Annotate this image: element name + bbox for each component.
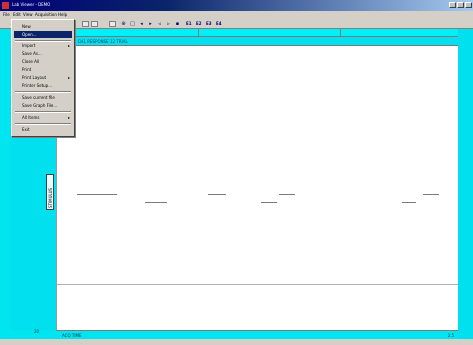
menu-help[interactable]: Help	[58, 12, 67, 17]
status-bar	[0, 339, 473, 345]
submenu-arrow-icon: ▸	[67, 115, 70, 120]
file-menu-item-label: Save current file	[22, 95, 55, 100]
file-menu-item-label: Print	[22, 67, 32, 72]
file-menu-item[interactable]: Import ▸	[14, 42, 72, 49]
file-menu-item-label: Printer Setup...	[22, 83, 53, 88]
header-divider	[340, 29, 341, 37]
trace-segment	[145, 202, 167, 203]
header-divider	[198, 29, 199, 37]
menu-separator	[15, 91, 71, 93]
file-menu-item-label: Exit	[22, 127, 30, 132]
file-menu-item[interactable]: Save current file	[14, 94, 72, 101]
stop-icon[interactable]: ▪	[174, 21, 181, 27]
tool-label-e3[interactable]: E3	[206, 21, 212, 26]
file-menu-item[interactable]: Print	[14, 66, 72, 73]
trace-plot-area[interactable]	[56, 46, 459, 330]
trace-segment	[279, 194, 295, 195]
tool-button-3[interactable]	[109, 21, 116, 27]
maximize-button[interactable]	[457, 2, 464, 8]
file-menu-item[interactable]: Save As...	[14, 50, 72, 57]
forward-icon[interactable]: ▹	[165, 21, 172, 27]
file-menu-item[interactable]: Printer Setup...	[14, 82, 72, 89]
application-window: Lab Viewer - DEMO File Edit View Acquisi…	[0, 0, 473, 345]
time-axis-label: ACQ TIME	[62, 333, 82, 338]
menu-view[interactable]: View	[23, 12, 33, 17]
file-menu-item[interactable]: Print Layout ▸	[14, 74, 72, 81]
trace-segment	[261, 202, 277, 203]
file-menu-item[interactable]: Close All	[14, 58, 72, 65]
rewind-icon[interactable]: ◃	[156, 21, 163, 27]
file-menu-item[interactable]: All Items ▸	[14, 114, 72, 121]
tool-label-e2[interactable]: E2	[196, 21, 202, 26]
cursor-icon[interactable]: ⊕	[120, 21, 127, 27]
channel-side-label[interactable]: STIMULUS	[46, 174, 54, 210]
file-menu-item-label: New	[22, 24, 31, 29]
channel-info-row: Sample: CH1 RESPONSE 12 TRIAL	[56, 37, 458, 46]
tool-label-e1[interactable]: E1	[186, 21, 192, 26]
menu-separator	[15, 123, 71, 125]
file-menu-item-label: Print Layout	[22, 75, 47, 80]
file-menu-item-label: All Items	[22, 115, 40, 120]
file-menu-item-label: Save Graph File...	[22, 103, 58, 108]
step-icon[interactable]: ◂	[138, 21, 145, 27]
file-menu-item[interactable]: Open...	[14, 31, 72, 38]
tool-button-2[interactable]	[91, 21, 98, 27]
file-menu-item[interactable]: Save Graph File...	[14, 102, 72, 109]
trace-segment	[423, 194, 439, 195]
submenu-arrow-icon: ▸	[67, 43, 70, 48]
trace-segment	[208, 194, 226, 195]
title-bar[interactable]: Lab Viewer - DEMO	[0, 0, 473, 11]
file-menu-item[interactable]: Exit	[14, 126, 72, 133]
file-menu-item-label: Close All	[22, 59, 40, 64]
close-button[interactable]	[465, 2, 472, 8]
tool-button-1[interactable]	[82, 21, 89, 27]
channel-side-label-text: STIMULUS	[48, 187, 53, 208]
app-icon[interactable]	[2, 2, 9, 9]
axis-start-value: 20	[34, 329, 40, 334]
file-menu-item-label: Import	[22, 43, 36, 48]
menu-bar: File Edit View Acquisition Help	[0, 11, 473, 19]
tool-label-e4[interactable]: E4	[216, 21, 222, 26]
play-icon[interactable]: ▸	[147, 21, 154, 27]
file-menu-item-label: Open...	[22, 32, 37, 37]
minimize-button[interactable]	[449, 2, 456, 8]
menu-acquisition[interactable]: Acquisition	[35, 12, 57, 17]
menu-edit[interactable]: Edit	[13, 12, 21, 17]
file-menu-item-label: Save As...	[22, 51, 42, 56]
baseline-line	[57, 284, 459, 285]
right-scrollbar[interactable]	[458, 29, 473, 345]
menu-separator	[15, 111, 71, 113]
axis-end-value: 2.5	[447, 333, 454, 338]
window-title: Lab Viewer - DEMO	[12, 2, 51, 7]
zoom-icon[interactable]: □	[129, 21, 136, 27]
file-menu-dropdown: New Open... Import ▸ Save As... Close All Prin…	[11, 19, 75, 137]
trace-segment	[77, 194, 117, 195]
menu-file[interactable]: File	[3, 12, 10, 17]
channel-header	[56, 29, 458, 37]
trace-segment	[402, 202, 416, 203]
file-menu-item[interactable]: New	[14, 23, 72, 30]
time-scrollbar[interactable]: ACQ TIME 2.5	[56, 330, 458, 339]
submenu-arrow-icon: ▸	[67, 75, 70, 80]
